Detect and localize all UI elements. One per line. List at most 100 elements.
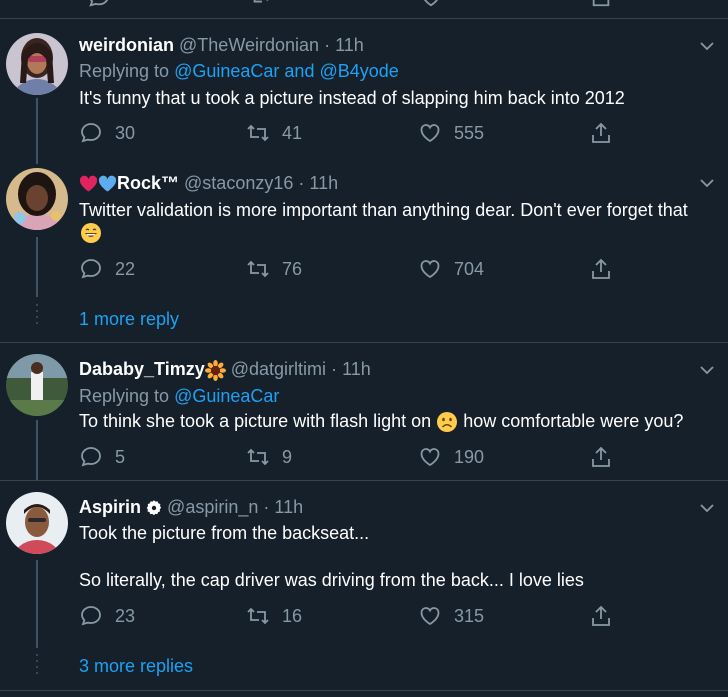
share-button[interactable] [589,444,625,470]
separator [0,480,728,481]
tweet-text: To think she took a picture with flash l… [79,408,683,434]
username[interactable]: @aspirin_n [167,497,258,517]
blue-heart-emoji [98,175,117,192]
share-icon [592,258,610,279]
username[interactable]: @TheWeirdonian [179,35,319,55]
avatar[interactable] [6,354,68,416]
separator-dot: · [298,173,305,193]
reply-icon [81,259,101,279]
timestamp[interactable]: 11h [274,497,303,517]
share-icon [592,605,610,626]
retweet-count: 16 [282,605,303,626]
previous-tweet-actions [0,0,728,8]
avatar[interactable] [6,168,68,230]
retweet-button[interactable]: 76 [246,256,302,282]
username[interactable]: @staconzy16 [184,173,293,193]
reply-button[interactable]: 23 [79,603,135,629]
grinning-emoji [81,223,101,243]
chevron-down-icon[interactable] [697,173,717,193]
like-button[interactable]: 704 [418,256,484,282]
retweet-button[interactable]: 9 [246,444,292,470]
mention-link[interactable]: @GuineaCar [174,386,279,406]
tweet-text-line: So literally, the cap driver was driving… [79,570,584,590]
tweet-text-part: To think she took a picture with flash l… [79,411,432,431]
avatar[interactable] [6,33,68,95]
mention-link[interactable]: @GuineaCar [174,61,279,81]
show-more-replies-link[interactable]: 1 more reply [79,308,179,330]
retweet-button[interactable]: 16 [246,603,302,629]
reply-icon [81,447,101,467]
reply-button[interactable]: 30 [79,120,135,146]
share-button[interactable] [589,256,625,282]
reply-count: 22 [115,258,136,279]
tweet-text-part: how comfortable were you? [463,411,684,431]
thread-dots [36,654,38,678]
display-name[interactable]: Rock™ [117,173,179,193]
avatar[interactable] [6,492,68,554]
thread-dots [36,304,38,328]
reply-icon[interactable] [88,0,110,8]
tweet-header: Aspirin @aspirin_n · 11h [79,496,303,518]
separator [0,342,728,343]
like-icon[interactable] [420,0,442,8]
separator [0,690,728,691]
tweet-header: weirdonian @TheWeirdonian · 11h [79,34,364,56]
tweet-header: Dababy_Timzy @datgirltimi · 11h [79,358,371,381]
like-button[interactable]: 555 [418,120,484,146]
thread-line [36,560,38,648]
mention-and[interactable]: and [284,61,314,81]
username[interactable]: @datgirltimi [231,359,326,379]
chevron-down-icon[interactable] [697,498,717,518]
share-button[interactable] [589,603,625,629]
share-icon[interactable] [590,0,612,8]
retweet-button[interactable]: 41 [246,120,302,146]
share-icon [592,122,610,143]
separator-dot: · [263,497,270,517]
retweet-icon[interactable] [250,0,272,8]
retweet-icon [247,124,269,142]
chevron-down-icon[interactable] [697,36,717,56]
mention-link[interactable]: @B4yode [319,61,398,81]
like-icon [420,448,440,467]
timestamp[interactable]: 11h [309,173,338,193]
replying-to-label: Replying to [79,386,170,406]
reply-icon [81,123,101,143]
tweet-text-line: Took the picture from the backseat... [79,523,370,543]
display-name[interactable]: Aspirin [79,497,141,517]
thread-line [36,420,38,480]
show-more-replies-link[interactable]: 3 more replies [79,655,193,677]
retweet-icon [247,448,269,466]
separator-dot: · [331,359,338,379]
reply-button[interactable]: 22 [79,256,135,282]
display-name[interactable]: Dababy_Timzy [79,359,205,379]
sunflower-emoji [204,359,226,381]
retweet-count: 41 [282,122,303,143]
separator-dot: · [324,35,331,55]
tweet-text: Twitter validation is more important tha… [79,200,688,220]
timestamp[interactable]: 11h [335,35,364,55]
share-button[interactable] [589,120,625,146]
replying-to: Replying to @GuineaCar [79,385,279,407]
tweet-header: Rock™ @staconzy16 · 11h [79,172,338,194]
like-button[interactable]: 190 [418,444,484,470]
chevron-down-icon[interactable] [697,360,717,380]
retweet-icon [247,260,269,278]
like-count: 704 [454,258,485,279]
share-icon [592,446,610,467]
like-icon [420,260,440,279]
like-icon [420,124,440,143]
like-icon [420,607,440,626]
like-count: 190 [454,446,485,467]
separator [0,18,728,19]
tweet-text: It's funny that u took a picture instead… [79,88,625,108]
thread-line [36,98,38,164]
retweet-count: 76 [282,258,303,279]
display-name[interactable]: weirdonian [79,35,174,55]
reply-icon [81,606,101,626]
thread-line [36,237,38,297]
frowning-emoji [437,412,458,433]
timestamp[interactable]: 11h [342,359,371,379]
reply-button[interactable]: 5 [79,444,125,470]
verified-badge-icon [146,500,162,516]
like-button[interactable]: 315 [418,603,484,629]
